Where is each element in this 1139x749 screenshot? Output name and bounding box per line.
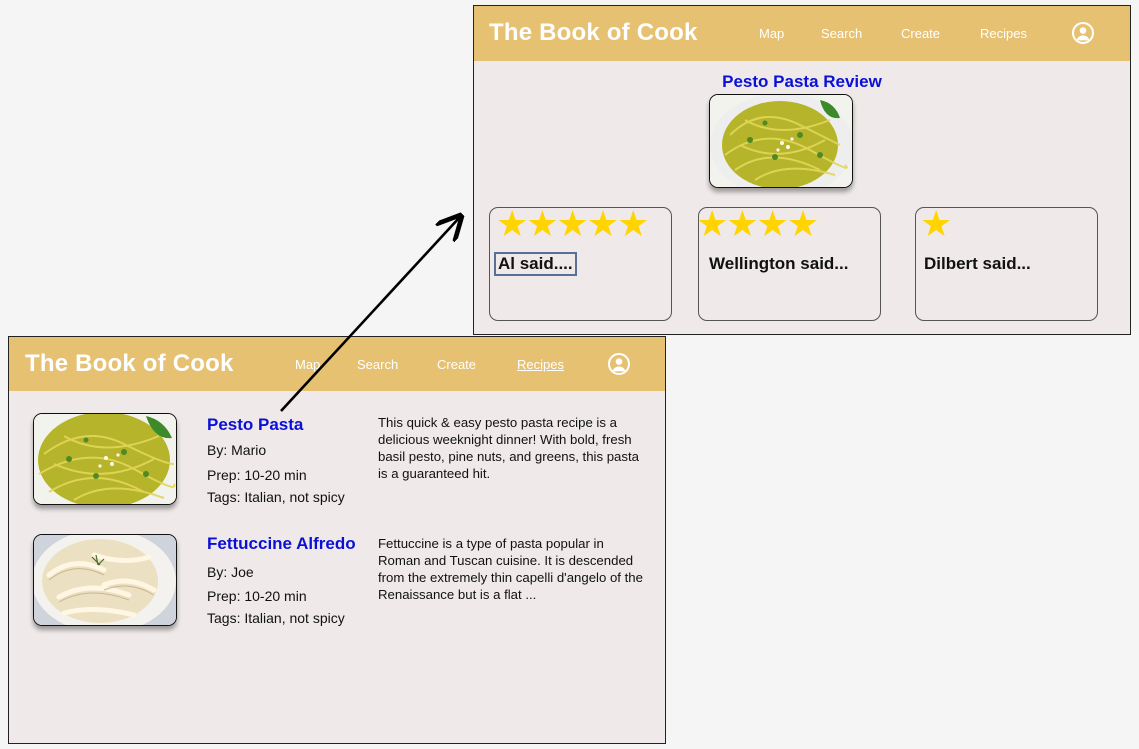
recipe-tags: Tags: Italian, not spicy [207,610,345,626]
recipe-description: This quick & easy pesto pasta recipe is … [378,415,639,481]
review-header: The Book of Cook Map Search Create Recip… [474,6,1130,61]
review-card-1[interactable]: ★★★★★ Al said.... [489,203,672,321]
fettuccine-alfredo-image[interactable] [33,534,177,626]
nav-create[interactable]: Create [437,357,476,372]
nav-recipes[interactable]: Recipes [980,26,1027,41]
review-author-label[interactable]: Al said.... [494,252,577,276]
recipe-tags: Tags: Italian, not spicy [207,489,345,505]
recipe-title-pesto-pasta[interactable]: Pesto Pasta [207,415,303,435]
star-rating: ★ [920,203,952,244]
nav-create[interactable]: Create [901,26,940,41]
nav-map[interactable]: Map [759,26,784,41]
review-author-label[interactable]: Dilbert said... [924,254,1031,274]
review-author-label[interactable]: Wellington said... [709,254,848,274]
recipe-prep-time: Prep: 10-20 min [207,588,307,604]
user-avatar-icon[interactable] [1072,22,1094,44]
nav-map[interactable]: Map [295,357,320,372]
recipes-header: The Book of Cook Map Search Create Recip… [9,337,665,391]
review-screen: The Book of Cook Map Search Create Recip… [473,5,1131,335]
brand-title[interactable]: The Book of Cook [489,19,698,47]
recipe-description: Fettuccine is a type of pasta popular in… [378,536,643,602]
review-card-3[interactable]: ★ Dilbert said... [915,203,1098,321]
nav-search[interactable]: Search [357,357,398,372]
star-rating: ★★★★★ [496,203,649,244]
user-avatar-icon[interactable] [608,353,630,375]
pesto-pasta-image[interactable] [33,413,177,505]
recipe-author: By: Joe [207,564,254,580]
brand-title[interactable]: The Book of Cook [25,350,234,378]
recipe-author: By: Mario [207,442,267,458]
nav-search[interactable]: Search [821,26,862,41]
pesto-pasta-image [709,94,853,188]
recipes-screen: The Book of Cook Map Search Create Recip… [8,336,666,744]
review-page-title: Pesto Pasta Review [722,72,882,91]
recipe-prep-time: Prep: 10-20 min [207,467,307,483]
review-card-2[interactable]: ★★★★ Wellington said... [696,203,881,321]
nav-recipes[interactable]: Recipes [517,357,564,372]
star-rating: ★★★★ [696,203,819,244]
recipe-title-fettuccine-alfredo[interactable]: Fettuccine Alfredo [207,534,356,554]
